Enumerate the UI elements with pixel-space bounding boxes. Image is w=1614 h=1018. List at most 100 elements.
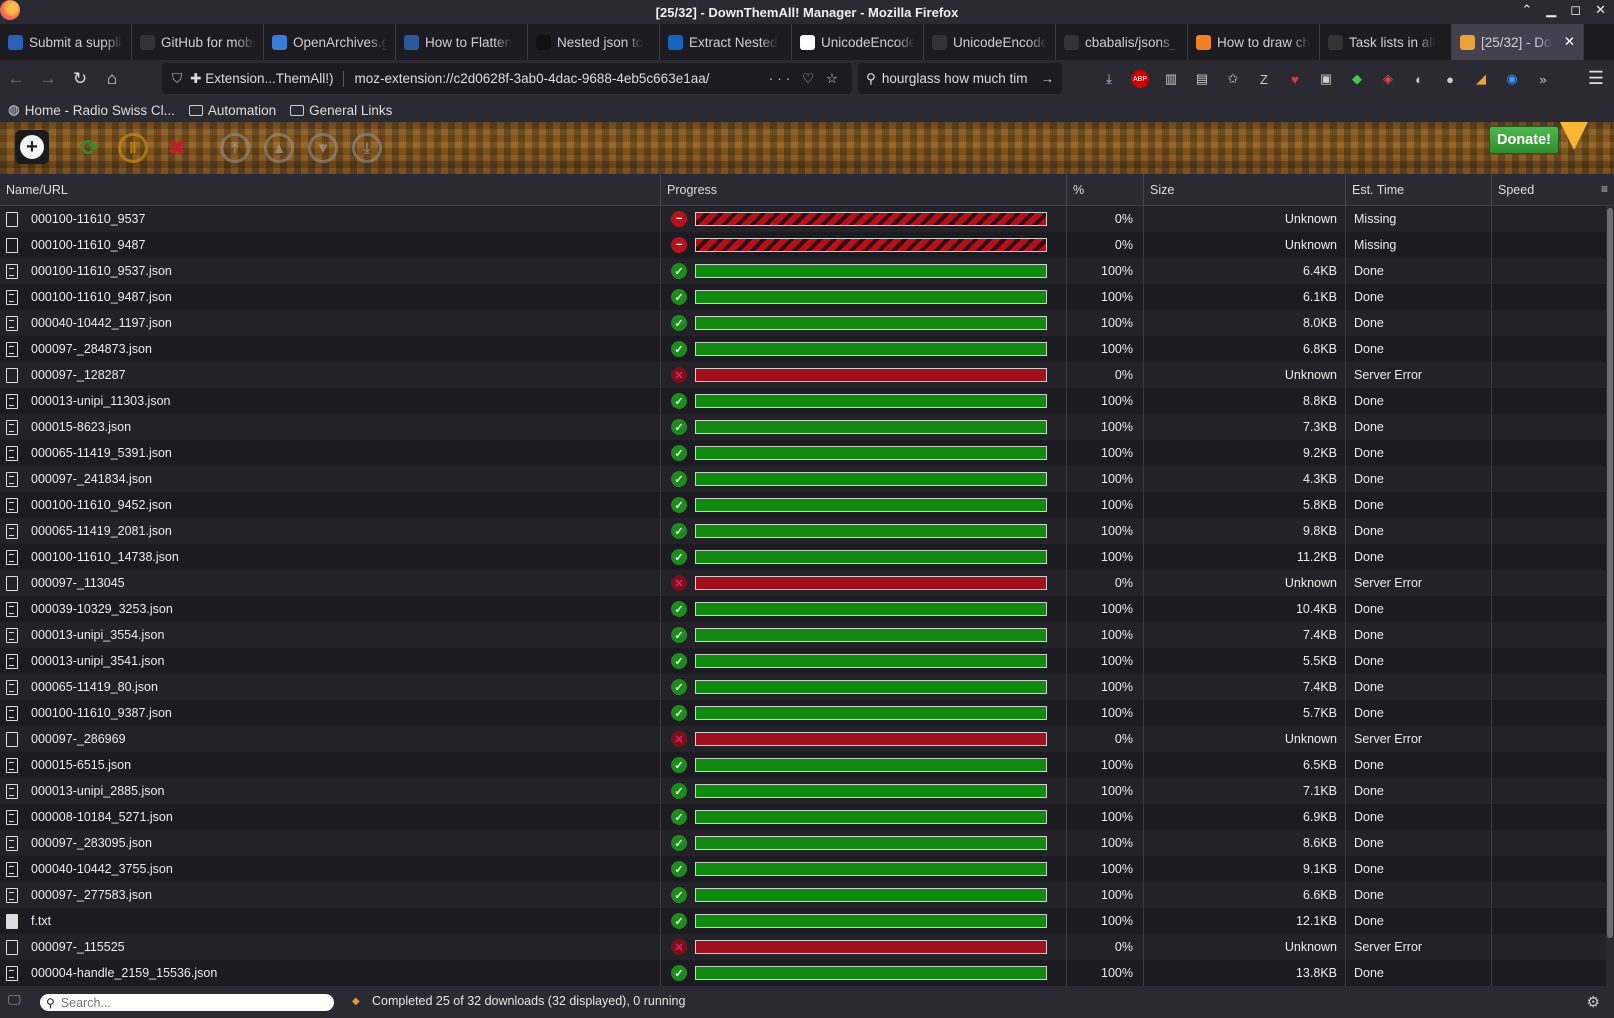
download-row[interactable]: f.txt ✓ 100% 12.1KB Done <box>0 908 1606 934</box>
dta-icon[interactable]: ◢ <box>1472 70 1490 88</box>
color-icon[interactable]: ◉ <box>1503 70 1521 88</box>
download-row[interactable]: 000097-_115525 ✕ 0% Unknown Server Error <box>0 934 1606 960</box>
tab-9[interactable]: How to draw ch <box>1188 24 1320 60</box>
add-download-button[interactable]: + <box>15 130 49 164</box>
download-row[interactable]: 000097-_284873.json ✓ 100% 6.8KB Done <box>0 336 1606 362</box>
donate-button[interactable]: Donate! <box>1489 126 1559 154</box>
search-go-icon[interactable]: → <box>1041 71 1055 86</box>
adblock-icon[interactable]: ABP <box>1131 70 1149 88</box>
vertical-scrollbar[interactable] <box>1606 206 1614 986</box>
download-list[interactable]: 000100-11610_9537−0% Unknown Missing 000100… <box>0 206 1606 986</box>
download-row[interactable]: 000015-8623.json ✓ 100% 7.3KB Done <box>0 414 1606 440</box>
download-row[interactable]: 000013-unipi_2885.json ✓ 100% 7.1KB Done <box>0 778 1606 804</box>
filter-search-input[interactable] <box>58 994 303 1011</box>
download-row[interactable]: 000097-_128287 ✕ 0% Unknown Server Error <box>0 362 1606 388</box>
download-row[interactable]: 000100-11610_14738.json ✓ 100% 11.2KB Done <box>0 544 1606 570</box>
move-bottom-button[interactable]: ⤓ <box>352 133 382 163</box>
tab-2[interactable]: OpenArchives.gr <box>264 24 396 60</box>
shield-icon[interactable]: ⛉ <box>172 71 182 87</box>
pause-button[interactable]: Ⅱ <box>118 133 148 163</box>
chevron-up-icon[interactable]: ⌃ <box>1521 2 1532 18</box>
download-row[interactable]: 000100-11610_9387.json ✓ 100% 5.7KB Done <box>0 700 1606 726</box>
column-percent[interactable]: % <box>1067 174 1144 206</box>
download-row[interactable]: 000013-unipi_3554.json ✓ 100% 7.4KB Done <box>0 622 1606 648</box>
download-row[interactable]: 000100-11610_9452.json ✓ 100% 5.8KB Done <box>0 492 1606 518</box>
tab-1[interactable]: GitHub for mobile <box>132 24 264 60</box>
bookmark-0[interactable]: ◍ Home - Radio Swiss Cl... <box>8 102 175 118</box>
search-bar[interactable]: ⚲ hourglass how much tim → <box>858 63 1062 94</box>
download-row[interactable]: 000100-11610_9487.json ✓ 100% 6.1KB Done <box>0 284 1606 310</box>
move-top-button[interactable]: ⤒ <box>220 133 250 163</box>
download-row[interactable]: 000040-10442_3755.json ✓ 100% 9.1KB Done <box>0 856 1606 882</box>
account-icon[interactable]: ● <box>1441 70 1459 88</box>
privacy-badger-icon[interactable]: ◆ <box>1348 70 1366 88</box>
move-up-button[interactable]: ▲ <box>264 133 294 163</box>
tab-10[interactable]: Task lists in all <box>1320 24 1452 60</box>
tab-0[interactable]: Submit a supplier <box>0 24 132 60</box>
download-row[interactable]: 000097-_241834.json ✓ 100% 4.3KB Done <box>0 466 1606 492</box>
forward-button[interactable]: → <box>32 69 64 89</box>
column-speed[interactable]: Speed <box>1492 174 1606 206</box>
tab-4[interactable]: Nested json to <box>528 24 660 60</box>
library-icon[interactable]: ▥ <box>1162 70 1180 88</box>
download-row[interactable]: 000065-11419_80.json ✓ 100% 7.4KB Done <box>0 674 1606 700</box>
download-row[interactable]: 000097-_283095.json ✓ 100% 8.6KB Done <box>0 830 1606 856</box>
tab-11[interactable]: [25/32] - Do ✕ <box>1452 24 1584 60</box>
download-row[interactable]: 000004-handle_2159_15536.json ✓ 100% 13.8KB… <box>0 960 1606 986</box>
download-row[interactable]: 000097-_277583.json ✓ 100% 6.6KB Done <box>0 882 1606 908</box>
download-row[interactable]: 000015-6515.json ✓ 100% 6.5KB Done <box>0 752 1606 778</box>
download-row[interactable]: 000097-_286969 ✕ 0% Unknown Server Error <box>0 726 1606 752</box>
tab-6[interactable]: UnicodeEncode <box>792 24 924 60</box>
column-name[interactable]: Name/URL <box>0 174 661 206</box>
column-menu-icon[interactable]: ≡ <box>1601 182 1608 196</box>
bookmark-2[interactable]: General Links <box>290 103 392 118</box>
move-down-button[interactable]: ▼ <box>308 133 338 163</box>
download-row[interactable]: 000065-11419_2081.json ✓ 100% 9.8KB Done <box>0 518 1606 544</box>
scrollbar-thumb[interactable] <box>1607 208 1613 938</box>
download-icon[interactable]: ⤓ <box>1100 70 1118 88</box>
home-button[interactable]: ⌂ <box>96 69 128 89</box>
download-row[interactable]: 000040-10442_1197.json ✓ 100% 8.0KB Done <box>0 310 1606 336</box>
tab-8[interactable]: cbabalis/jsons_ <box>1056 24 1188 60</box>
extension-identity[interactable]: ✚ Extension...ThemAll!) <box>190 70 345 87</box>
url-text[interactable]: moz-extension://c2d0628f-3ab0-4dac-9688-… <box>344 71 768 86</box>
url-bar[interactable]: ⛉ ✚ Extension...ThemAll!) moz-extension:… <box>162 63 852 94</box>
resume-button[interactable]: ⟳ <box>75 133 105 163</box>
close-tab-icon[interactable]: ✕ <box>1564 34 1575 50</box>
close-window-button[interactable]: ✕ <box>1595 2 1606 18</box>
tab-3[interactable]: How to Flatten <box>396 24 528 60</box>
page-actions-icon[interactable]: ··· ♡ ☆ <box>769 71 842 87</box>
reload-button[interactable]: ↻ <box>64 69 96 89</box>
pocket-icon[interactable]: ♥ <box>1286 70 1304 88</box>
ublock-icon[interactable]: ◈ <box>1379 70 1397 88</box>
download-row[interactable]: 000013-unipi_3541.json ✓ 100% 5.5KB Done <box>0 648 1606 674</box>
minimize-button[interactable]: ▁ <box>1546 2 1556 18</box>
column-est-time[interactable]: Est. Time <box>1346 174 1492 206</box>
search-text[interactable]: hourglass how much tim <box>882 71 1041 86</box>
bookmark-star-icon[interactable]: ✩ <box>1224 70 1242 88</box>
download-row[interactable]: 000100-11610_9487 − 0% Unknown Missing <box>0 232 1606 258</box>
gear-icon[interactable]: ⚙ <box>1587 993 1600 1011</box>
monitor-icon[interactable]: 🖵 <box>8 992 21 1008</box>
tab-7[interactable]: UnicodeEncode <box>924 24 1056 60</box>
download-row[interactable]: 000100-11610_9537.json ✓ 100% 6.4KB Done <box>0 258 1606 284</box>
column-progress[interactable]: Progress <box>661 174 1067 206</box>
overflow-icon[interactable]: » <box>1534 70 1552 88</box>
back-button[interactable]: ← <box>0 69 32 89</box>
download-row[interactable]: 000097-_113045 ✕ 0% Unknown Server Error <box>0 570 1606 596</box>
compass-icon[interactable]: ◐ <box>1410 70 1428 88</box>
cancel-button[interactable]: ✖ <box>162 133 192 163</box>
bookmark-1[interactable]: Automation <box>188 103 276 118</box>
download-row[interactable]: 000013-unipi_11303.json ✓ 100% 8.8KB Done <box>0 388 1606 414</box>
download-row[interactable]: 000065-11419_5391.json ✓ 100% 9.2KB Done <box>0 440 1606 466</box>
tab-5[interactable]: Extract Nested <box>660 24 792 60</box>
zotero-icon[interactable]: Z <box>1255 70 1273 88</box>
filter-search[interactable]: ⚲ <box>40 994 334 1011</box>
maximize-button[interactable]: ◻ <box>1570 2 1581 18</box>
sidebar-icon[interactable]: ▤ <box>1193 70 1211 88</box>
download-row[interactable]: 000039-10329_3253.json ✓ 100% 10.4KB Done <box>0 596 1606 622</box>
column-size[interactable]: Size <box>1144 174 1346 206</box>
download-row[interactable]: 000100-11610_9537 − 0% Unknown Missing <box>0 206 1606 232</box>
download-row[interactable]: 000008-10184_5271.json ✓ 100% 6.9KB Done <box>0 804 1606 830</box>
container-icon[interactable]: ▣ <box>1317 70 1335 88</box>
